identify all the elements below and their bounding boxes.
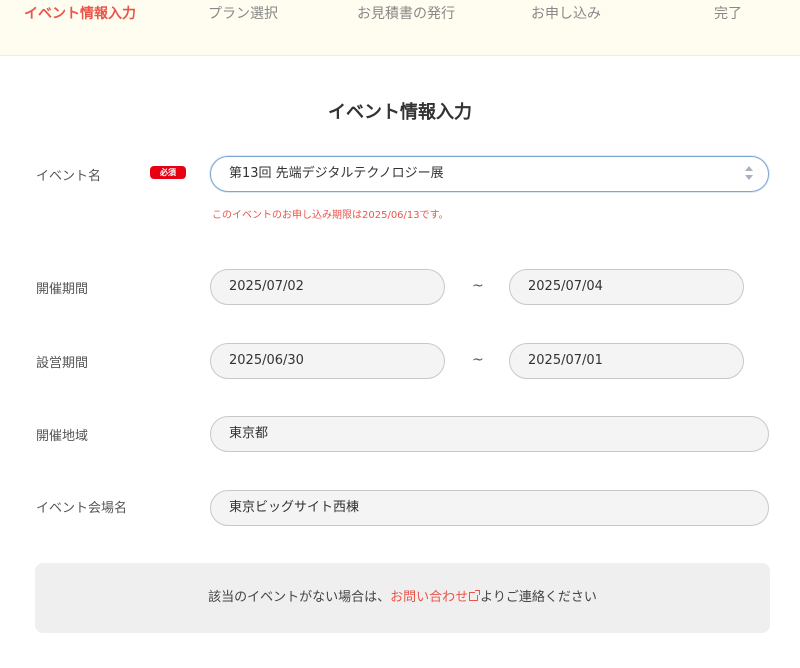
- setup-tilde: ~: [472, 352, 484, 368]
- region-field[interactable]: 東京都: [210, 416, 769, 452]
- event-name-select[interactable]: 第13回 先端デジタルテクノロジー展: [210, 156, 769, 192]
- step-progress-bar: イベント情報入力 プラン選択 お見積書の発行 お申し込み 完了: [0, 0, 800, 56]
- step-plan-select: プラン選択: [208, 6, 278, 22]
- step-event-info: イベント情報入力: [24, 6, 136, 22]
- no-event-notice: 該当のイベントがない場合は、お問い合わせ よりご連絡ください: [35, 563, 770, 633]
- step-complete: 完了: [714, 6, 742, 22]
- deadline-note: このイベントのお申し込み期限は2025/06/13です。: [212, 210, 449, 221]
- step-quotation: お見積書の発行: [357, 6, 455, 22]
- contact-link-label: お問い合わせ: [390, 590, 469, 605]
- period-tilde: ~: [472, 278, 484, 294]
- setup-start-field[interactable]: 2025/06/30: [210, 343, 445, 379]
- region-label: 開催地域: [36, 429, 89, 444]
- external-link-icon: [469, 590, 481, 601]
- setup-end-field[interactable]: 2025/07/01: [509, 343, 744, 379]
- venue-field[interactable]: 東京ビッグサイト西棟: [210, 490, 769, 526]
- notice-text-after: よりご連絡ください: [480, 590, 597, 605]
- notice-text-before: 該当のイベントがない場合は、: [208, 590, 391, 605]
- event-name-label: イベント名: [36, 169, 102, 184]
- step-application: お申し込み: [531, 6, 601, 22]
- period-start-field[interactable]: 2025/07/02: [210, 269, 445, 305]
- event-name-value: 第13回 先端デジタルテクノロジー展: [229, 166, 444, 181]
- venue-label: イベント会場名: [36, 501, 128, 516]
- required-badge: 必須: [150, 166, 186, 179]
- period-label: 開催期間: [36, 282, 89, 297]
- setup-label: 設営期間: [36, 356, 89, 371]
- page-title: イベント情報入力: [328, 102, 472, 123]
- period-end-field[interactable]: 2025/07/04: [509, 269, 744, 305]
- contact-link[interactable]: お問い合わせ: [390, 590, 481, 605]
- select-arrows-icon: [745, 166, 754, 182]
